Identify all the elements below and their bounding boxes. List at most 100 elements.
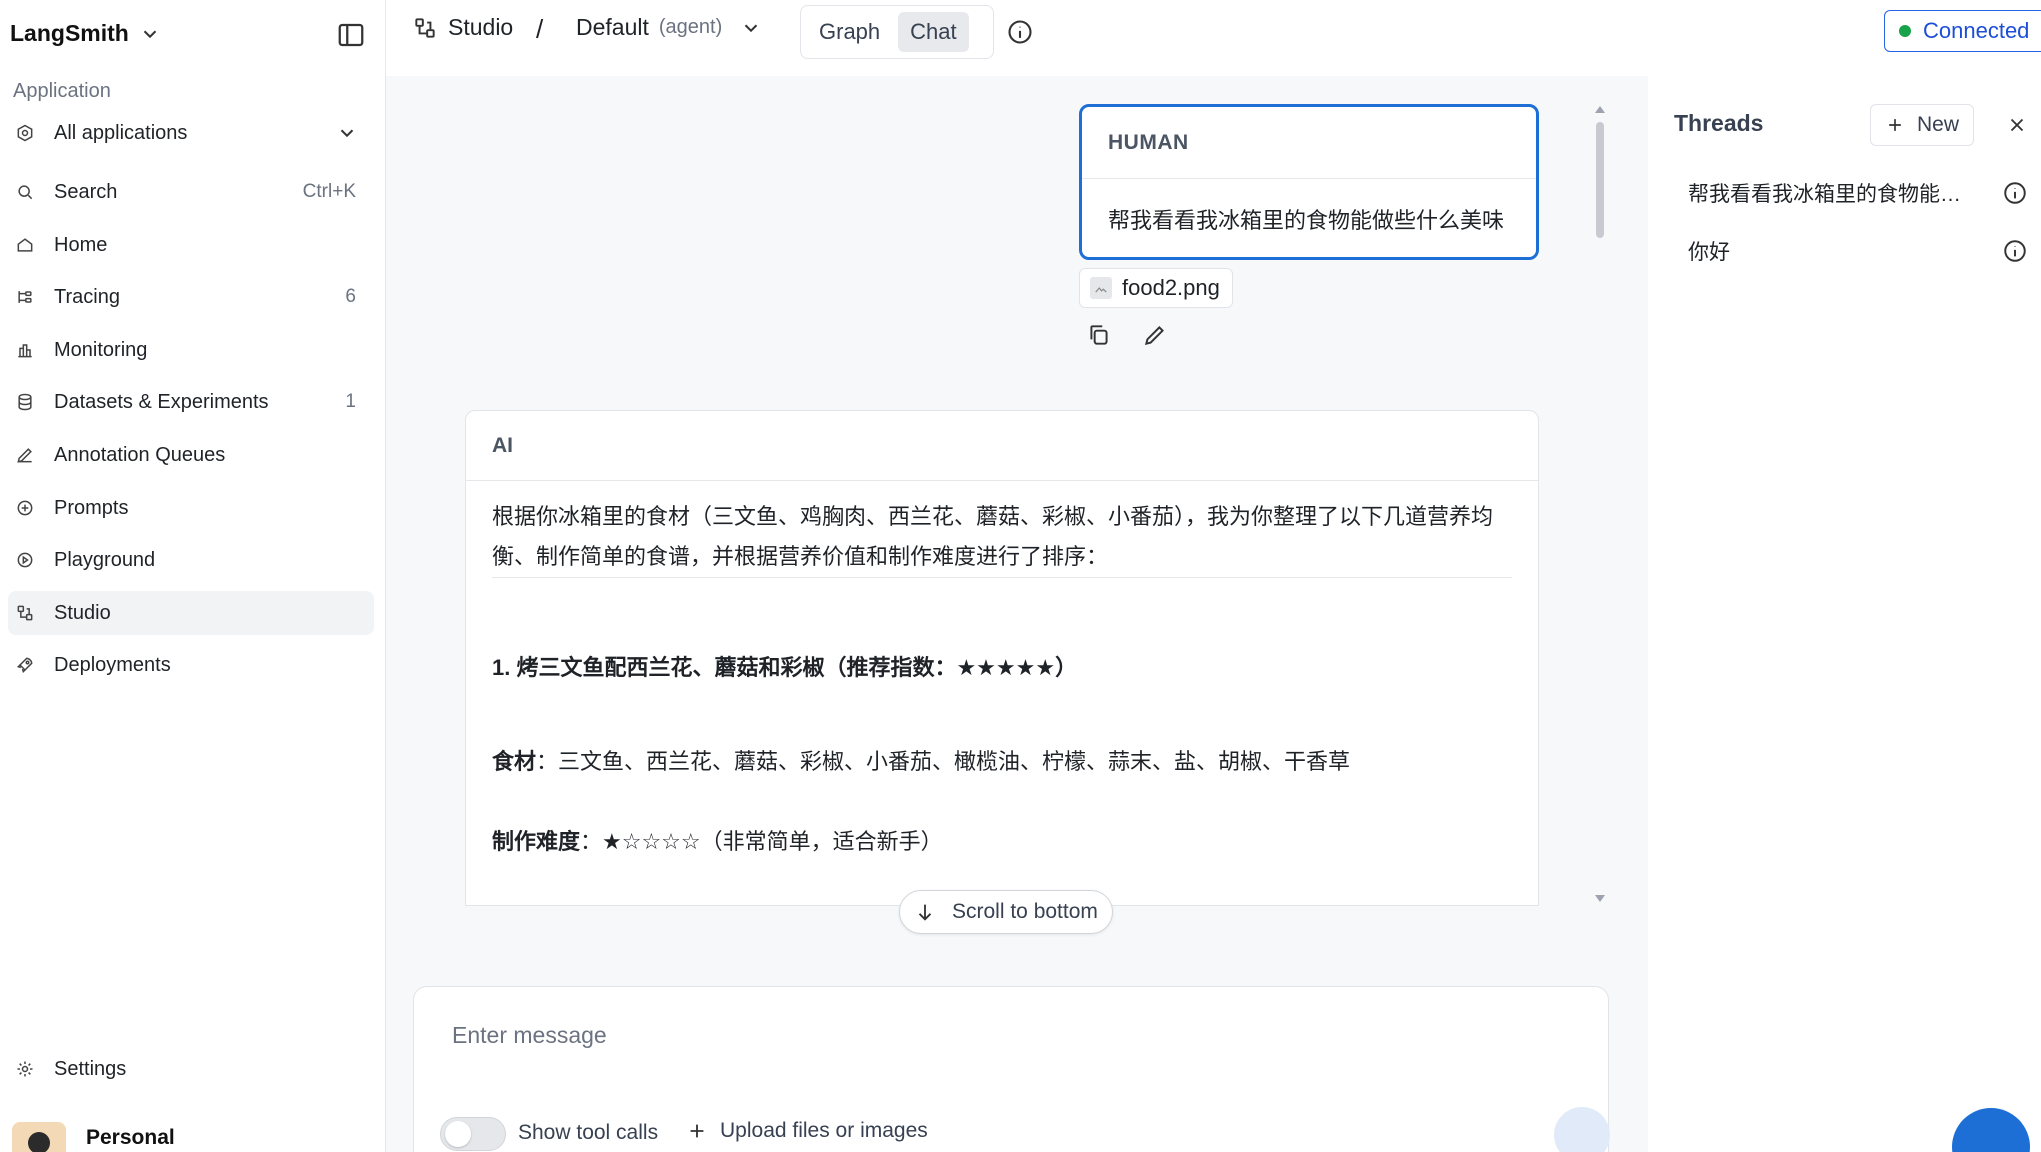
sidebar-item-label: Annotation Queues <box>54 443 226 466</box>
connection-status-button[interactable]: Connected <box>1884 10 2041 52</box>
difficulty-value: ：★☆☆☆☆（非常简单，适合新手） <box>580 829 943 854</box>
chevron-down-icon <box>745 24 758 32</box>
show-tool-calls-label: Show tool calls <box>518 1121 659 1144</box>
brand-name: LangSmith <box>10 20 129 46</box>
scroll-to-bottom-button[interactable]: Scroll to bottom <box>899 890 1113 934</box>
copy-icon[interactable] <box>1086 322 1112 348</box>
search-icon <box>14 181 36 203</box>
scrollbar-thumb[interactable] <box>1596 122 1604 238</box>
plus-icon <box>690 1124 704 1138</box>
avatar <box>12 1122 66 1152</box>
send-button[interactable] <box>1554 1107 1610 1152</box>
show-tool-calls-toggle[interactable] <box>440 1117 506 1151</box>
search-shortcut: Ctrl+K <box>302 181 356 202</box>
sidebar-item-label: Datasets & Experiments <box>54 390 269 413</box>
profile-switcher[interactable]: Personal <box>12 1122 175 1152</box>
info-icon[interactable] <box>2002 238 2028 264</box>
sidebar-toggle-icon[interactable] <box>336 20 366 50</box>
top-bar: Studio / Default (agent) Graph Chat <box>386 0 2041 76</box>
brand-switcher[interactable]: LangSmith <box>10 20 161 47</box>
section-label-application: Application <box>13 80 111 102</box>
datasets-count-badge: 1 <box>345 391 356 412</box>
info-icon[interactable] <box>2002 180 2028 206</box>
sidebar-item-label: Monitoring <box>54 338 148 361</box>
message-actions <box>1086 322 1168 348</box>
profile-name: Personal <box>86 1126 175 1149</box>
thread-title: 你好 <box>1688 241 1730 264</box>
breadcrumb-studio-label: Studio <box>448 14 514 40</box>
ingredients-label: 食材 <box>492 749 537 774</box>
sidebar-item-datasets[interactable]: Datasets & Experiments 1 <box>8 380 374 424</box>
graph-selector[interactable]: Default (agent) <box>576 14 762 41</box>
sidebar-item-label: Search <box>54 180 118 203</box>
thread-title: 帮我看看我冰箱里的食物能做... <box>1688 183 1978 206</box>
thread-item[interactable]: 帮我看看我冰箱里的食物能做... <box>1688 178 2028 208</box>
edit-icon[interactable] <box>1142 322 1168 348</box>
chevron-down-icon <box>143 30 157 38</box>
graph-name: Default <box>576 14 649 40</box>
database-icon <box>14 391 36 413</box>
human-message[interactable]: HUMAN 帮我看看我冰箱里的食物能做些什么美味 <box>1079 104 1539 260</box>
home-icon <box>14 234 36 256</box>
sidebar-item-playground[interactable]: Playground <box>8 538 374 582</box>
ai-recipe-heading: 1. 烤三文鱼配西兰花、蘑菇和彩椒（推荐指数：★★★★★） <box>492 655 1078 680</box>
sidebar-item-studio[interactable]: Studio <box>8 591 374 635</box>
sidebar: LangSmith Application All applications S… <box>0 0 386 1152</box>
applications-icon <box>14 122 36 144</box>
sidebar-item-tracing[interactable]: Tracing 6 <box>8 275 374 319</box>
ingredients-value: ：三文鱼、西兰花、蘑菇、彩椒、小番茄、橄榄油、柠檬、蒜末、盐、胡椒、干香草 <box>536 749 1351 774</box>
sidebar-item-label: Tracing <box>54 285 120 308</box>
new-thread-label: New <box>1917 113 1960 136</box>
new-thread-button[interactable]: New <box>1870 104 1975 146</box>
sidebar-item-label: Deployments <box>54 653 171 676</box>
sidebar-item-search[interactable]: Search Ctrl+K <box>8 170 374 214</box>
all-applications-select[interactable]: All applications <box>8 111 374 155</box>
scroll-up-arrow[interactable] <box>1595 106 1605 113</box>
pencil-icon <box>14 444 36 466</box>
graph-sub: (agent) <box>658 16 723 38</box>
play-circle-icon <box>14 549 36 571</box>
upload-files-button[interactable]: Upload files or images <box>686 1119 928 1143</box>
sidebar-item-label: Studio <box>54 601 111 624</box>
studio-icon <box>14 602 36 624</box>
sidebar-item-label: Home <box>54 233 108 256</box>
tracing-count-badge: 6 <box>345 286 356 307</box>
ai-difficulty-line: 制作难度：★☆☆☆☆（非常简单，适合新手） <box>492 822 1512 862</box>
studio-icon <box>415 17 435 38</box>
human-role-label: HUMAN <box>1082 107 1536 179</box>
ai-intro-text: 根据你冰箱里的食材（三文鱼、鸡胸肉、西兰花、蘑菇、彩椒、小番茄），我为你整理了以… <box>492 497 1512 578</box>
tab-graph[interactable]: Graph <box>807 12 892 52</box>
sidebar-item-label: Settings <box>54 1057 127 1080</box>
sidebar-item-label: Prompts <box>54 496 129 519</box>
human-message-text: 帮我看看我冰箱里的食物能做些什么美味 <box>1108 208 1505 233</box>
message-composer: Show tool calls Upload files or images <box>413 986 1610 1152</box>
threads-title: Threads <box>1674 110 1764 136</box>
attachment-chip[interactable]: food2.png <box>1079 268 1233 308</box>
image-file-icon <box>1090 277 1112 299</box>
ai-message: AI 根据你冰箱里的食材（三文鱼、鸡胸肉、西兰花、蘑菇、彩椒、小番茄），我为你整… <box>465 410 1539 906</box>
scroll-down-arrow[interactable] <box>1595 895 1605 902</box>
scroll-to-bottom-label: Scroll to bottom <box>952 900 1098 923</box>
close-icon[interactable] <box>2006 114 2028 136</box>
ai-ingredients-line: 食材：三文鱼、西兰花、蘑菇、彩椒、小番茄、橄榄油、柠檬、蒜末、盐、胡椒、干香草 <box>492 742 1512 782</box>
info-icon[interactable] <box>1006 18 1034 46</box>
sidebar-item-annotation-queues[interactable]: Annotation Queues <box>8 433 374 477</box>
arrow-down-icon <box>918 904 932 921</box>
attachment-name: food2.png <box>1122 275 1220 300</box>
chevron-down-icon <box>340 129 354 138</box>
breadcrumb-studio[interactable]: Studio <box>412 14 513 41</box>
upload-files-label: Upload files or images <box>720 1119 928 1142</box>
thread-item[interactable]: 你好 <box>1688 236 2028 266</box>
sidebar-item-prompts[interactable]: Prompts <box>8 486 374 530</box>
threads-panel: Threads New 帮我看看我冰箱里的食物能做... 你好 <box>1648 76 2041 1152</box>
sidebar-item-monitoring[interactable]: Monitoring <box>8 328 374 372</box>
sidebar-item-deployments[interactable]: Deployments <box>8 643 374 687</box>
gear-icon <box>14 1058 36 1080</box>
tab-chat[interactable]: Chat <box>898 12 969 52</box>
message-input[interactable] <box>452 1015 1552 1055</box>
sidebar-item-settings[interactable]: Settings <box>8 1047 374 1091</box>
chat-scrollbar[interactable] <box>1592 104 1608 904</box>
connection-status: Connected <box>1923 18 2030 43</box>
status-dot <box>1899 25 1911 37</box>
sidebar-item-home[interactable]: Home <box>8 223 374 267</box>
